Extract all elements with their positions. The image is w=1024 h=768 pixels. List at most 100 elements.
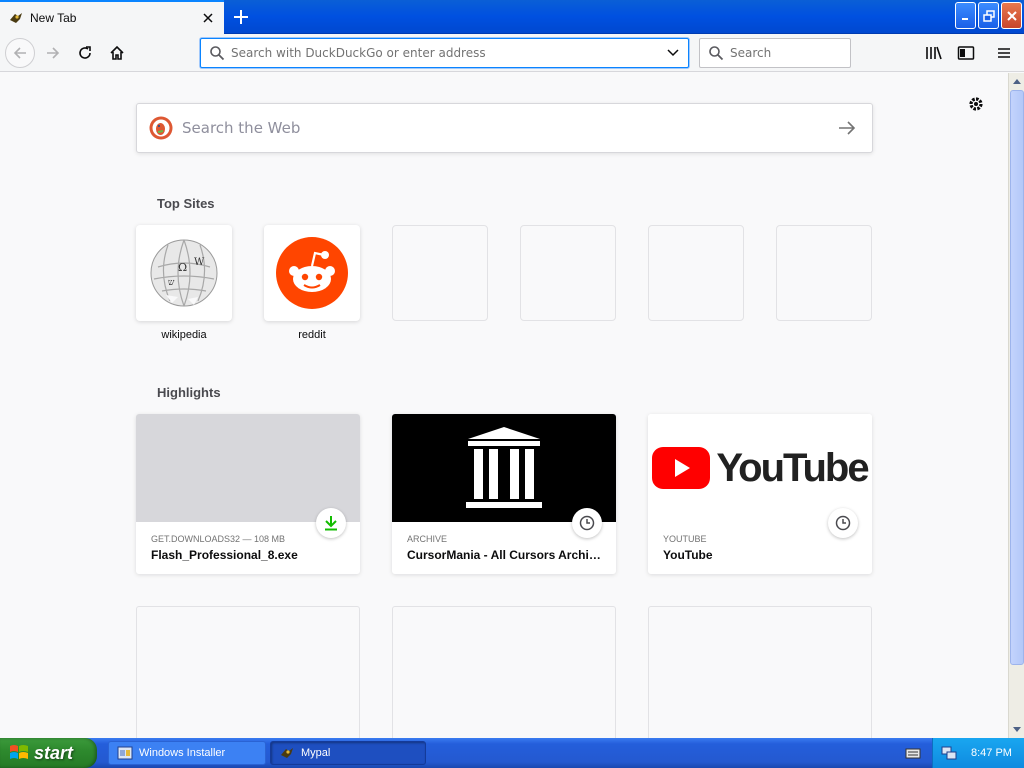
vertical-scrollbar[interactable] [1008,73,1024,738]
close-window-button[interactable] [1001,2,1022,29]
taskbar-item-windows-installer[interactable]: Windows Installer [108,741,266,765]
system-tray: 8:47 PM [932,738,1024,768]
download-icon [316,508,346,538]
taskbar: start Windows Installer Mypal 8:47 PM [0,738,1024,768]
wikipedia-logo-icon: Ω W ש [150,239,218,307]
highlight-title: YouTube [663,548,713,562]
svg-text:Ω: Ω [178,261,187,274]
new-tab-page: Top Sites Ω W ש wikipedia [0,73,1008,738]
search-input[interactable] [730,46,840,60]
web-search-submit-button[interactable] [822,104,872,152]
top-site-tile[interactable]: Ω W ש [136,225,232,321]
mypal-favicon-icon [10,13,22,23]
duckduckgo-logo-icon [149,116,173,140]
clock[interactable]: 8:47 PM [971,747,1012,759]
scroll-up-button[interactable] [1009,73,1024,89]
window-controls [955,2,1022,29]
chevron-down-icon [667,49,679,57]
search-icon [210,46,225,61]
youtube-wordmark: YouTube [716,445,869,490]
hamburger-menu-icon [998,48,1010,58]
library-button[interactable] [919,38,949,68]
search-icon [709,46,724,61]
highlight-title: Flash_Professional_8.exe [151,548,298,562]
youtube-play-icon [652,447,711,489]
taskbar-item-mypal[interactable]: Mypal [270,741,426,765]
reload-button[interactable] [70,38,100,68]
svg-text:W: W [194,257,205,268]
internet-archive-logo-icon [466,427,542,508]
minimize-button[interactable] [955,2,976,29]
url-bar[interactable] [200,38,689,68]
highlight-meta: YOUTUBE [663,534,707,544]
empty-tile[interactable] [392,225,488,321]
arrow-down-icon [1013,727,1021,732]
highlight-meta: ARCHIVE [407,534,448,544]
arrow-right-icon [47,47,60,59]
highlight-preview [136,414,360,522]
close-icon [1006,10,1017,21]
highlight-card-download[interactable]: GET.DOWNLOADS32 — 108 MB Flash_Professio… [136,414,360,574]
arrow-left-icon [13,47,26,59]
highlight-title: CursorMania - All Cursors Archiv… [407,548,607,562]
gear-icon [969,97,983,111]
top-site-label: reddit [298,329,326,341]
highlight-card-youtube[interactable]: YouTube YOUTUBE YouTube [648,414,872,574]
empty-tile[interactable] [520,225,616,321]
new-tab-button[interactable] [228,4,254,30]
scroll-thumb[interactable] [1010,90,1024,665]
top-site-wikipedia[interactable]: Ω W ש wikipedia [136,225,232,341]
youtube-logo: YouTube [652,445,870,491]
home-icon [110,45,124,60]
highlight-preview [392,414,616,522]
web-search-input[interactable] [182,119,822,137]
search-bar[interactable] [699,38,851,68]
installer-icon [117,746,133,760]
forward-button[interactable] [38,38,68,68]
library-icon [926,46,942,60]
highlight-preview: YouTube [648,414,872,522]
reload-icon [79,46,91,59]
restore-button[interactable] [978,2,999,29]
highlight-meta: GET.DOWNLOADS32 — 108 MB [151,534,286,544]
svg-text:ש: ש [168,278,175,288]
arrow-right-icon [839,121,856,135]
top-site-empty[interactable] [392,225,488,321]
sidebar-button[interactable] [951,38,981,68]
network-icon[interactable] [941,745,957,761]
url-dropdown-button[interactable] [658,49,688,57]
web-search-box[interactable] [136,103,873,153]
title-bar: New Tab [0,0,1024,34]
clock-icon [828,508,858,538]
top-site-empty[interactable] [648,225,744,321]
empty-tile[interactable] [776,225,872,321]
scroll-down-button[interactable] [1009,722,1024,738]
top-site-empty[interactable] [520,225,616,321]
empty-tile[interactable] [648,225,744,321]
top-site-reddit[interactable]: reddit [264,225,360,341]
top-site-tile[interactable] [264,225,360,321]
top-site-empty[interactable] [776,225,872,321]
mypal-icon [281,748,293,758]
back-button[interactable] [5,38,35,68]
top-sites-heading: Top Sites [157,196,215,211]
keyboard-icon[interactable] [905,746,921,760]
highlights-heading: Highlights [157,385,221,400]
restore-icon [982,9,995,22]
url-input[interactable] [231,46,658,60]
minimize-icon [961,17,968,20]
home-button[interactable] [102,38,132,68]
arrow-up-icon [1013,79,1021,84]
taskbar-item-label: Mypal [301,747,331,759]
customize-button[interactable] [966,94,986,114]
menu-button[interactable] [989,38,1019,68]
tab-new-tab[interactable]: New Tab [0,0,224,34]
tab-close-icon[interactable] [196,6,220,30]
start-button[interactable]: start [0,738,97,768]
highlight-placeholder [136,606,360,738]
highlight-card-archive[interactable]: ARCHIVE CursorMania - All Cursors Archiv… [392,414,616,574]
windows-logo-icon [10,745,28,759]
tab-title: New Tab [30,11,77,25]
start-label: start [34,742,74,763]
sidebar-icon [957,46,975,60]
